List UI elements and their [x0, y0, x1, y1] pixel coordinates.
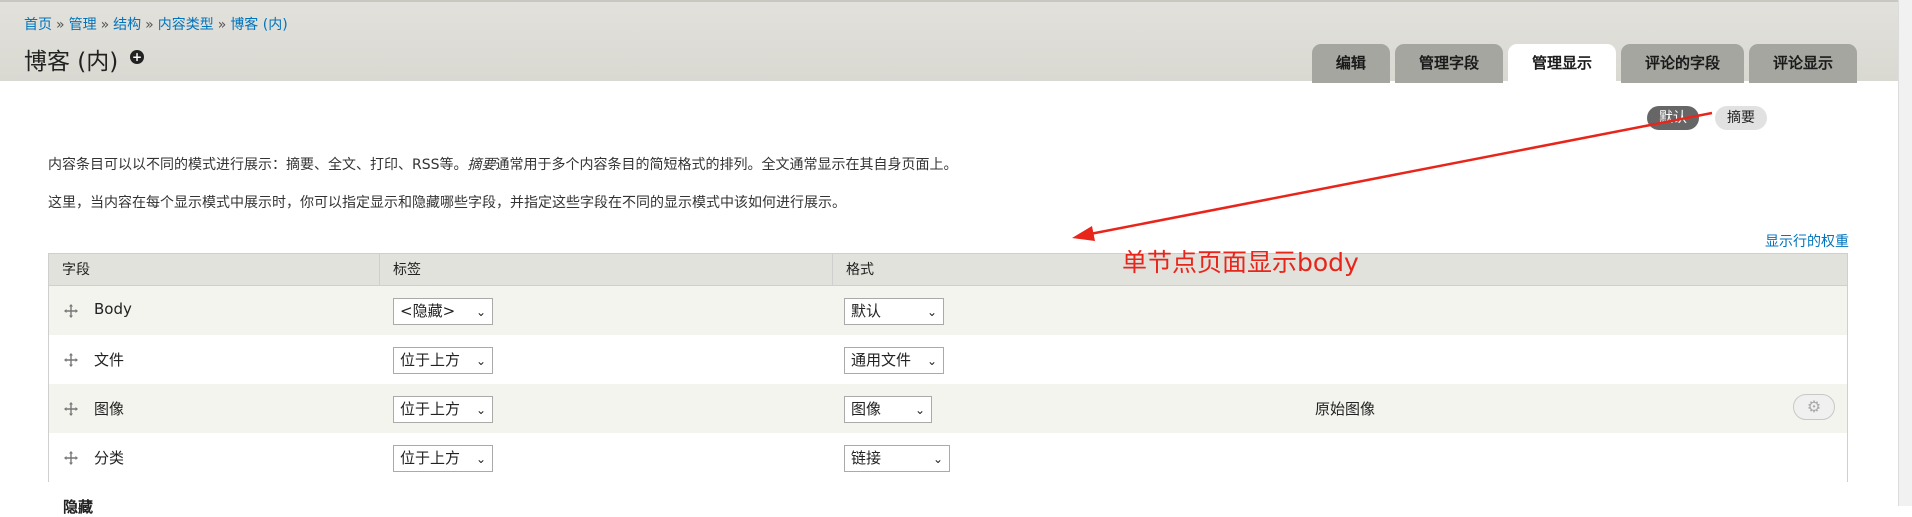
annotation-arrow-head — [1072, 226, 1095, 241]
annotation-text: 单节点页面显示body — [1122, 248, 1359, 277]
annotation-arrow-line — [1089, 111, 1713, 236]
annotation-arrow — [1072, 111, 1713, 241]
